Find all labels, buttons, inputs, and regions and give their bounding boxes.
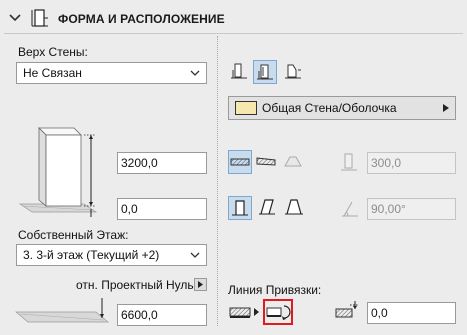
home-story-label: Собственный Этаж:	[18, 228, 129, 242]
wall-offset-field[interactable]: 0,0	[117, 198, 207, 220]
arrow-right-icon	[443, 104, 449, 112]
angle-icon	[338, 196, 360, 220]
elevation-icon	[14, 296, 110, 326]
reference-offset-value: 0,0	[371, 306, 388, 320]
composite-value: Общая Стена/Оболочка	[262, 101, 397, 115]
top-wall-label: Верх Стены:	[18, 45, 88, 59]
wall-height-value: 3200,0	[121, 156, 158, 170]
polygon-wall-icon	[285, 64, 301, 79]
column-divider	[217, 36, 218, 326]
header-divider	[4, 33, 463, 34]
trapezoid-profile-icon	[285, 199, 303, 215]
wall-preview-icon	[14, 120, 104, 220]
reference-line-outside-icon	[229, 307, 259, 318]
elevation-field[interactable]: 6600,0	[117, 304, 207, 326]
section-title: ФОРМА И РАСПОЛОЖЕНИЕ	[58, 12, 225, 26]
thickness-field[interactable]: 300,0	[367, 152, 456, 174]
trapezoid-wall-button[interactable]	[253, 60, 277, 84]
hatched-wall-icon	[230, 158, 250, 166]
polygonal-wall-button[interactable]	[282, 60, 304, 82]
composite-swatch-icon	[235, 101, 257, 115]
straight-wall-icon	[231, 63, 247, 79]
angle-field[interactable]: 90,00°	[367, 198, 456, 220]
chevron-down-icon	[190, 252, 200, 258]
home-story-value: 3. 3-й этаж (Текущий +2)	[23, 248, 160, 262]
thickness-value: 300,0	[371, 156, 402, 170]
vertical-profile-icon	[232, 200, 248, 216]
straight-wall-button[interactable]	[228, 60, 250, 82]
wall-height-field[interactable]: 3200,0	[117, 152, 207, 174]
reference-line-location-button[interactable]	[228, 300, 260, 324]
wall-offset-value: 0,0	[121, 202, 138, 216]
inclined-profile-icon	[259, 199, 275, 215]
wall-form-icon	[30, 8, 50, 28]
home-story-dropdown[interactable]: 3. 3-й этаж (Текущий +2)	[16, 244, 207, 266]
reference-offset-field[interactable]: 0,0	[367, 302, 456, 324]
chevron-down-icon	[9, 14, 21, 22]
arrow-right-icon	[198, 281, 203, 288]
double-inclined-profile-button[interactable]	[283, 196, 307, 220]
inclined-profile-button[interactable]	[256, 196, 280, 220]
basic-wall-button[interactable]	[228, 150, 252, 174]
thickness-icon	[338, 150, 360, 174]
reference-level-menu-button[interactable]	[194, 278, 207, 291]
double-slanted-wall-button[interactable]	[282, 150, 306, 174]
reference-line-label: Линия Привязки:	[228, 283, 322, 297]
slanted-wall-button[interactable]	[255, 150, 279, 174]
chevron-down-icon	[190, 70, 200, 76]
angle-value: 90,00°	[371, 202, 406, 216]
vertical-profile-button[interactable]	[228, 196, 252, 220]
reference-level-label: отн. Проектный Нуль	[76, 278, 194, 292]
collapse-toggle[interactable]	[8, 11, 22, 25]
flip-reference-line-button[interactable]	[263, 299, 293, 325]
flip-direction-icon	[266, 305, 291, 320]
composite-selector[interactable]: Общая Стена/Оболочка	[228, 96, 456, 120]
elevation-value: 6600,0	[121, 308, 158, 322]
top-wall-value: Не Связан	[23, 66, 82, 80]
top-wall-dropdown[interactable]: Не Связан	[16, 62, 207, 84]
reference-offset-icon	[333, 299, 359, 323]
slanted-wall-icon	[256, 157, 276, 166]
double-slanted-wall-icon	[284, 156, 302, 167]
wall-profile-icon	[257, 64, 273, 80]
